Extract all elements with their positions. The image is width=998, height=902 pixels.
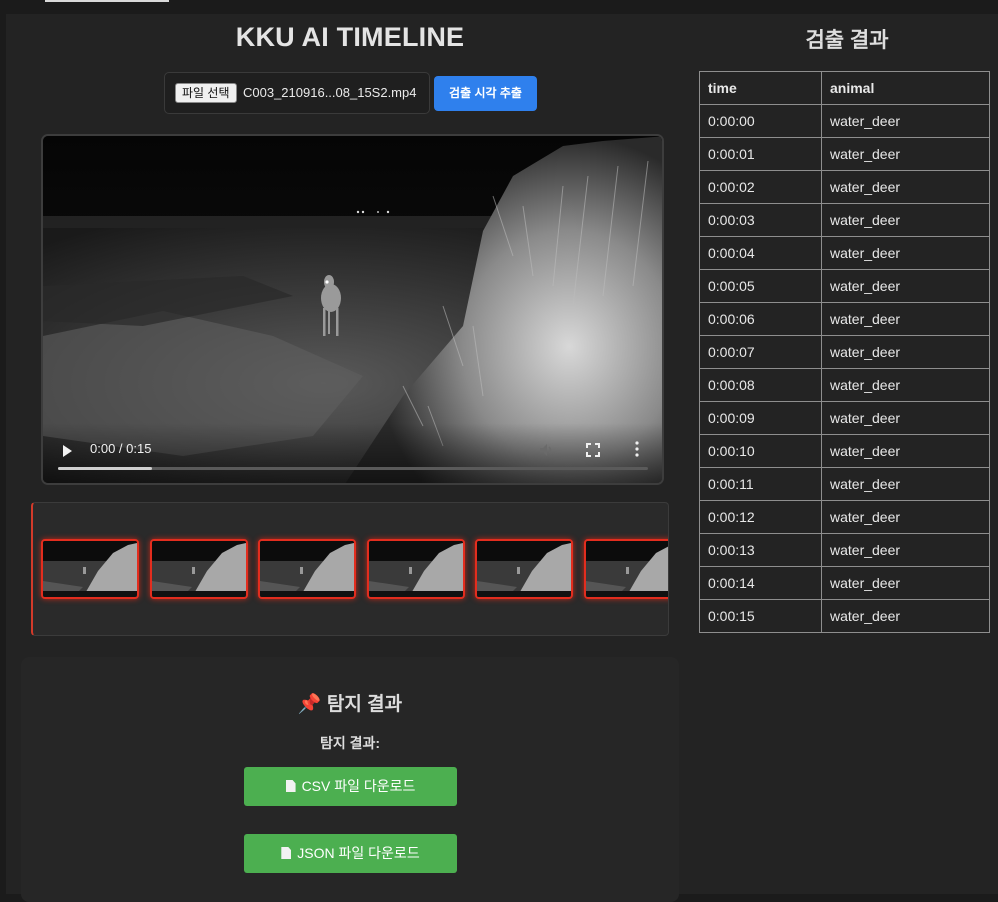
cell-animal: water_deer [821, 500, 990, 534]
cell-animal: water_deer [821, 137, 990, 171]
result-panel: 📌 탐지 결과 탐지 결과: CSV 파일 다운로드 JSON 파일 다운로드 [21, 657, 679, 902]
csv-download-label: CSV 파일 다운로드 [301, 778, 416, 794]
cell-animal: water_deer [821, 434, 990, 468]
page-title: KKU AI TIMELINE [235, 22, 465, 52]
cell-animal: water_deer [821, 566, 990, 600]
selected-file-name: C003_210916...08_15S2.mp4 [243, 85, 417, 100]
cell-time: 0:00:05 [699, 269, 822, 303]
document-icon [285, 780, 296, 792]
cell-animal: water_deer [821, 104, 990, 138]
cell-animal: water_deer [821, 467, 990, 501]
cell-time: 0:00:15 [699, 599, 822, 633]
thumbnail-frame[interactable] [475, 539, 573, 599]
cell-time: 0:00:00 [699, 104, 822, 138]
cell-time: 0:00:11 [699, 467, 822, 501]
cell-time: 0:00:09 [699, 401, 822, 435]
thumbnail-frame[interactable] [41, 539, 139, 599]
document-icon [281, 847, 292, 859]
table-row: 0:00:08 water_deer [699, 368, 990, 402]
detection-table: time animal 0:00:00 water_deer 0:00:01 wate… [699, 71, 990, 633]
file-input[interactable]: 파일 선택 C003_210916...08_15S2.mp4 [164, 72, 430, 114]
video-time: 0:00 / 0:15 [90, 441, 152, 456]
cell-time: 0:00:10 [699, 434, 822, 468]
cell-animal: water_deer [821, 269, 990, 303]
result-title: 📌 탐지 결과 [297, 694, 403, 715]
play-icon[interactable] [63, 445, 72, 457]
table-row: 0:00:09 water_deer [699, 401, 990, 435]
cell-animal: water_deer [821, 368, 990, 402]
cell-time: 0:00:14 [699, 566, 822, 600]
thumbnail-frame[interactable] [583, 539, 668, 599]
cell-animal: water_deer [821, 335, 990, 369]
cell-time: 0:00:07 [699, 335, 822, 369]
column-header-time: time [699, 71, 822, 105]
result-subtitle: 탐지 결과: [319, 735, 381, 751]
table-row: 0:00:10 water_deer [699, 434, 990, 468]
table-row: 0:00:04 water_deer [699, 236, 990, 270]
table-row: 0:00:01 water_deer [699, 137, 990, 171]
cell-time: 0:00:13 [699, 533, 822, 567]
app-container: KKU AI TIMELINE 파일 선택 C003_210916...08_1… [6, 14, 998, 902]
table-row: 0:00:03 water_deer [699, 203, 990, 237]
cell-time: 0:00:02 [699, 170, 822, 204]
volume-icon[interactable] [539, 443, 555, 457]
table-row: 0:00:14 water_deer [699, 566, 990, 600]
cell-time: 0:00:01 [699, 137, 822, 171]
cell-time: 0:00:06 [699, 302, 822, 336]
table-header-row: time animal [699, 71, 990, 105]
choose-file-button[interactable]: 파일 선택 [175, 83, 237, 103]
cell-animal: water_deer [821, 599, 990, 633]
thumbnail-strip[interactable] [31, 502, 669, 636]
table-row: 0:00:13 water_deer [699, 533, 990, 567]
cell-animal: water_deer [821, 302, 990, 336]
table-row: 0:00:02 water_deer [699, 170, 990, 204]
cell-animal: water_deer [821, 170, 990, 204]
video-progress-fill [58, 467, 153, 470]
cell-animal: water_deer [821, 236, 990, 270]
detection-title: 검출 결과 [805, 29, 889, 52]
thumbnail-frame[interactable] [258, 539, 356, 599]
table-row: 0:00:05 water_deer [699, 269, 990, 303]
table-row: 0:00:06 water_deer [699, 302, 990, 336]
video-player[interactable]: 0:00 / 0:15 [41, 134, 664, 485]
more-options-icon[interactable] [634, 441, 640, 457]
video-controls: 0:00 / 0:15 [43, 423, 662, 483]
cell-animal: water_deer [821, 401, 990, 435]
fullscreen-icon[interactable] [586, 443, 600, 457]
table-row: 0:00:12 water_deer [699, 500, 990, 534]
right-panel: 검출 결과 time animal 0:00:00 water_deer 0:00:… [696, 14, 998, 894]
json-download-button[interactable]: JSON 파일 다운로드 [244, 834, 457, 873]
table-row: 0:00:00 water_deer [699, 104, 990, 138]
csv-download-button[interactable]: CSV 파일 다운로드 [244, 767, 457, 806]
table-row: 0:00:15 water_deer [699, 599, 990, 633]
thumbnail-frame[interactable] [366, 539, 465, 599]
cell-time: 0:00:08 [699, 368, 822, 402]
cell-time: 0:00:04 [699, 236, 822, 270]
left-panel: KKU AI TIMELINE 파일 선택 C003_210916...08_1… [6, 14, 694, 902]
cell-animal: water_deer [821, 203, 990, 237]
extract-detection-times-button[interactable]: 검출 시각 추출 [434, 76, 537, 111]
table-row: 0:00:07 water_deer [699, 335, 990, 369]
cell-time: 0:00:03 [699, 203, 822, 237]
thumbnail-frame[interactable] [149, 539, 248, 599]
cell-time: 0:00:12 [699, 500, 822, 534]
column-header-animal: animal [821, 71, 990, 105]
table-row: 0:00:11 water_deer [699, 467, 990, 501]
cell-animal: water_deer [821, 533, 990, 567]
video-progress-bar[interactable] [58, 467, 648, 470]
top-tab-underline [45, 0, 169, 2]
json-download-label: JSON 파일 다운로드 [297, 845, 420, 861]
